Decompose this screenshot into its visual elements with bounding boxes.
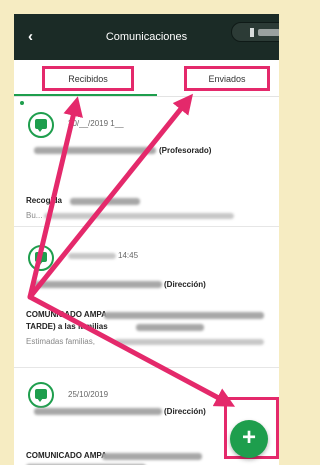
message-preview: Bu... xyxy=(26,211,43,220)
redacted-text xyxy=(258,29,279,36)
message-icon xyxy=(28,382,54,408)
status-pill xyxy=(231,22,279,42)
redacted-subject xyxy=(70,198,140,205)
message-icon xyxy=(28,245,54,271)
redacted-subject xyxy=(102,453,202,460)
redacted-sender xyxy=(34,281,162,288)
redacted-sender xyxy=(34,408,162,415)
tab-recibidos[interactable]: Recibidos xyxy=(42,66,134,91)
divider xyxy=(14,96,279,97)
redacted-date xyxy=(68,253,116,259)
redacted-preview xyxy=(114,339,264,345)
sender-role: (Profesorado) xyxy=(159,146,212,155)
redacted-subject xyxy=(136,324,204,331)
sender-role: (Dirección) xyxy=(164,407,206,416)
message-time: 14:45 xyxy=(118,251,139,260)
message-subject: COMUNICADO AMPA xyxy=(26,310,107,319)
message-subject: Recogida xyxy=(26,196,63,205)
message-preview: Estimadas familias, xyxy=(26,337,95,346)
redacted-preview xyxy=(44,213,234,219)
message-icon xyxy=(28,112,54,138)
bar-icon xyxy=(250,28,254,37)
sender-role: (Dirección) xyxy=(164,280,206,289)
message-subject: COMUNICADO AMPA xyxy=(26,451,107,460)
app-bar: ‹ Comunicaciones xyxy=(14,14,279,60)
list-item[interactable]: 30/__/2019 1__ (Profesorado) Recogida Bu… xyxy=(14,98,279,226)
redacted-sender xyxy=(34,147,156,154)
message-subject-line2: TARDE) a las familias xyxy=(26,322,108,331)
tab-enviados[interactable]: Enviados xyxy=(184,66,270,91)
message-date: 30/__/2019 1__ xyxy=(68,119,124,128)
redacted-subject xyxy=(104,312,264,319)
tab-bar: Recibidos Enviados xyxy=(14,60,279,96)
list-item[interactable]: 14:45 (Dirección) COMUNICADO AMPA TARDE)… xyxy=(14,227,279,367)
message-date: 25/10/2019 xyxy=(68,390,109,399)
plus-icon[interactable]: + xyxy=(230,420,268,458)
